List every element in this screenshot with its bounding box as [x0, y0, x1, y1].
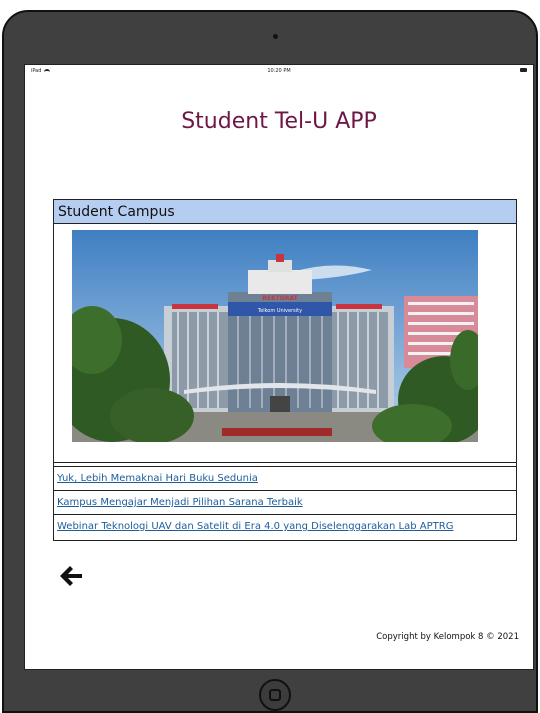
- news-link-kampus-mengajar[interactable]: Kampus Mengajar Menjadi Pilihan Sarana T…: [57, 497, 303, 508]
- campus-photo: REKTORAT Telkom University: [72, 230, 478, 442]
- news-link-item: Kampus Mengajar Menjadi Pilihan Sarana T…: [54, 490, 516, 514]
- arrow-left-icon[interactable]: [59, 565, 83, 587]
- news-link-hari-buku[interactable]: Yuk, Lebih Memaknai Hari Buku Sedunia: [57, 473, 258, 484]
- photo-sign-text: REKTORAT: [262, 295, 298, 302]
- device-screen: iPad 10:20 PM Student Tel-U APP Student …: [24, 64, 534, 670]
- camera-icon: [273, 34, 278, 39]
- news-link-webinar-uav[interactable]: Webinar Teknologi UAV dan Satelit di Era…: [57, 521, 453, 532]
- status-bar: iPad 10:20 PM: [25, 65, 533, 77]
- news-link-item: Yuk, Lebih Memaknai Hari Buku Sedunia: [54, 466, 516, 490]
- campus-photo-illustration: REKTORAT Telkom University: [72, 230, 478, 442]
- app-title: Student Tel-U APP: [181, 109, 377, 134]
- news-link-item: Webinar Teknologi UAV dan Satelit di Era…: [54, 514, 516, 538]
- panel-header: Student Campus: [54, 200, 516, 224]
- copyright-text: Copyright by Kelompok 8 © 2021: [376, 632, 519, 642]
- home-square-icon: [269, 689, 281, 701]
- divider: [54, 462, 516, 463]
- battery-icon: [520, 68, 527, 72]
- photo-sub-text: Telkom University: [257, 308, 302, 314]
- home-button[interactable]: [259, 679, 291, 711]
- news-link-list: Yuk, Lebih Memaknai Hari Buku Sedunia Ka…: [54, 466, 516, 538]
- status-time: 10:20 PM: [267, 68, 291, 74]
- campus-panel: Student Campus REKTORAT Telkom Universit…: [53, 199, 517, 541]
